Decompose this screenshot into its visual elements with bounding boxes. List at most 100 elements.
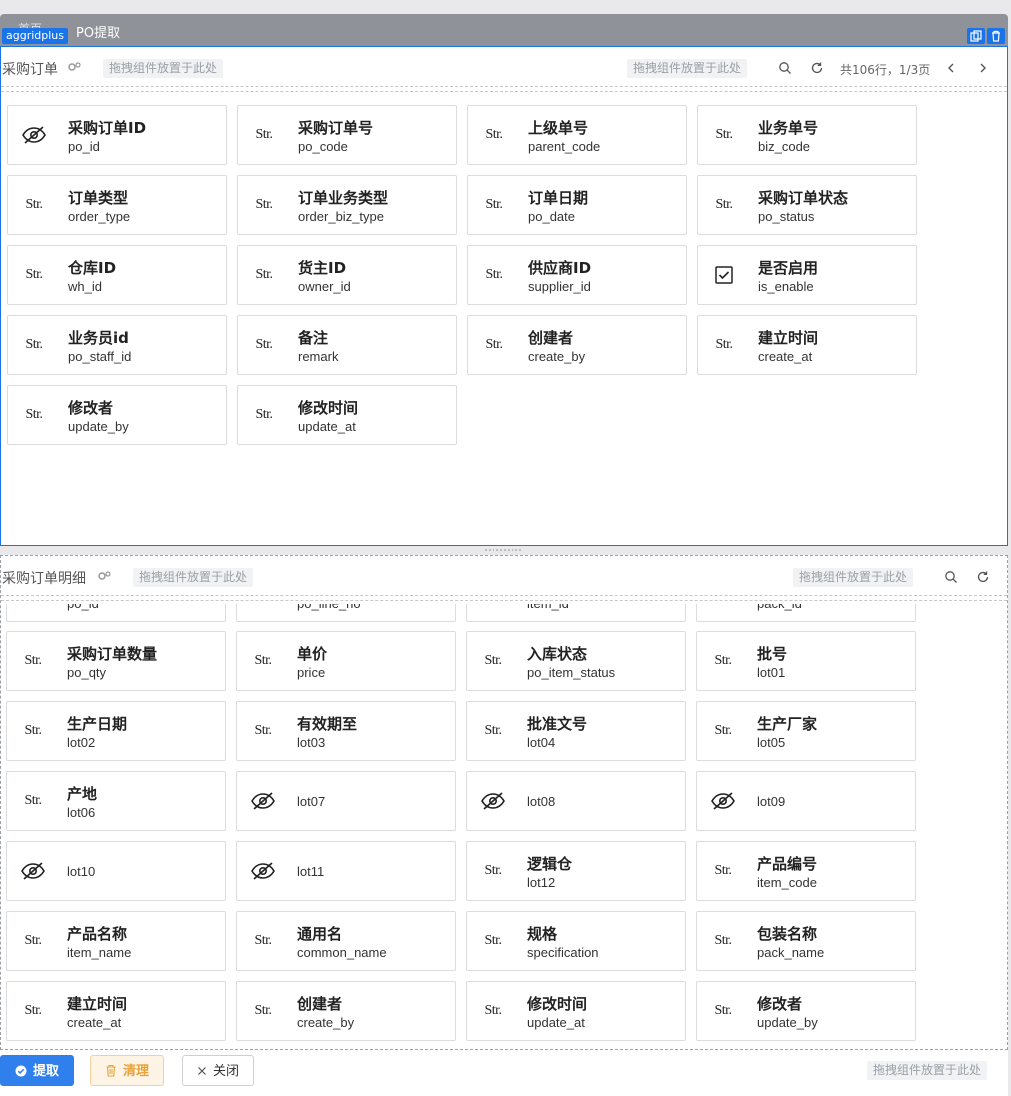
trash-icon <box>106 1064 116 1077</box>
field-card[interactable]: Str. 批准文号 lot04 <box>466 701 686 761</box>
field-key: wh_id <box>68 279 102 294</box>
field-card[interactable]: lot08 <box>466 771 686 831</box>
string-type-icon: Str. <box>715 127 733 142</box>
field-key: po_status <box>758 209 815 224</box>
field-key: po_date <box>528 209 575 224</box>
field-card[interactable]: Str. 订单业务类型 order_biz_type <box>237 175 457 235</box>
chevron-left-icon[interactable] <box>944 61 958 75</box>
extract-label: 提取 <box>33 1063 60 1078</box>
settings-icon[interactable] <box>97 570 111 582</box>
field-card[interactable]: Str. 包装名称 pack_name <box>696 911 916 971</box>
field-card[interactable]: Str. 批号 lot01 <box>696 631 916 691</box>
field-label: 建立时间 <box>67 995 128 1013</box>
field-key: pack_name <box>757 945 825 960</box>
field-card[interactable]: lot07 <box>236 771 456 831</box>
field-label: 订单类型 <box>68 189 129 207</box>
hidden-eye-icon <box>467 772 519 830</box>
field-card[interactable]: Str. 逻辑仓 lot12 <box>466 841 686 901</box>
trash-icon[interactable] <box>987 28 1005 44</box>
field-card[interactable]: pack_id <box>696 604 916 622</box>
field-label: 建立时间 <box>758 329 819 347</box>
window-title: PO提取 <box>76 26 121 41</box>
refresh-icon[interactable] <box>810 61 824 75</box>
field-card[interactable]: Str. 创建者 create_by <box>467 315 687 375</box>
panel-resize-handle[interactable] <box>485 547 521 553</box>
close-button[interactable]: 关闭 <box>182 1055 255 1086</box>
string-type-icon: Str. <box>24 933 42 948</box>
copy-icon[interactable] <box>967 28 985 44</box>
string-type-icon: Str. <box>255 407 273 422</box>
pager-summary: 共106行，1/3页 <box>840 63 931 77</box>
field-card[interactable]: Str. 供应商ID supplier_id <box>467 245 687 305</box>
field-label: 逻辑仓 <box>527 855 573 873</box>
field-card[interactable]: Str. 产地 lot06 <box>6 771 226 831</box>
search-icon[interactable] <box>778 61 792 75</box>
string-type-icon: Str. <box>255 337 273 352</box>
field-key: pack_id <box>757 604 802 611</box>
component-tag[interactable]: aggridplus <box>2 28 69 44</box>
field-card[interactable]: Str. 生产厂家 lot05 <box>696 701 916 761</box>
field-card[interactable]: Str. 修改时间 update_at <box>237 385 457 445</box>
extract-button[interactable]: 提取 <box>0 1055 75 1086</box>
field-card[interactable]: Str. 入库状态 po_item_status <box>466 631 686 691</box>
string-type-icon: Str. <box>25 337 43 352</box>
footer-drop-zone[interactable]: 拖拽组件放置于此处 <box>867 1061 988 1080</box>
drop-zone-left[interactable]: 拖拽组件放置于此处 <box>133 568 254 587</box>
field-card[interactable]: Str. 采购订单状态 po_status <box>697 175 917 235</box>
hidden-eye-icon <box>237 842 289 900</box>
po-detail-toolbar: 采购订单明细 拖拽组件放置于此处 拖拽组件放置于此处 <box>1 556 1007 601</box>
field-card[interactable]: Str. 单价 price <box>236 631 456 691</box>
field-label: 创建者 <box>528 329 574 347</box>
field-card[interactable]: Str. 货主ID owner_id <box>237 245 457 305</box>
field-card[interactable]: Str. 创建者 create_by <box>236 981 456 1041</box>
field-card[interactable]: Str. 修改时间 update_at <box>466 981 686 1041</box>
field-card[interactable]: 采购订单ID po_id <box>7 105 227 165</box>
field-card[interactable]: lot09 <box>696 771 916 831</box>
component-actions <box>967 28 1005 44</box>
field-card[interactable]: po_id <box>6 604 226 622</box>
field-card[interactable]: po_line_no <box>236 604 456 622</box>
field-card[interactable]: Str. 业务单号 biz_code <box>697 105 917 165</box>
drop-zone-right[interactable]: 拖拽组件放置于此处 <box>793 568 914 587</box>
field-card[interactable]: item_id <box>466 604 686 622</box>
hidden-eye-icon <box>237 772 289 830</box>
field-card[interactable]: Str. 修改者 update_by <box>7 385 227 445</box>
field-card[interactable]: Str. 采购订单数量 po_qty <box>6 631 226 691</box>
field-card[interactable]: lot11 <box>236 841 456 901</box>
search-icon[interactable] <box>944 570 958 584</box>
field-card[interactable]: Str. 采购订单号 po_code <box>237 105 457 165</box>
drop-zone-left[interactable]: 拖拽组件放置于此处 <box>103 59 224 78</box>
field-card[interactable]: Str. 业务员id po_staff_id <box>7 315 227 375</box>
field-key: create_at <box>67 1015 122 1030</box>
field-card[interactable]: Str. 通用名 common_name <box>236 911 456 971</box>
field-card[interactable]: Str. 备注 remark <box>237 315 457 375</box>
field-card[interactable]: Str. 修改者 update_by <box>696 981 916 1041</box>
field-card[interactable]: lot10 <box>6 841 226 901</box>
field-card[interactable]: Str. 生产日期 lot02 <box>6 701 226 761</box>
field-label: 修改者 <box>757 995 803 1013</box>
clear-button[interactable]: 清理 <box>90 1055 165 1086</box>
string-type-icon: Str. <box>714 933 732 948</box>
refresh-icon[interactable] <box>976 570 990 584</box>
field-card[interactable]: Str. 订单日期 po_date <box>467 175 687 235</box>
field-card[interactable]: Str. 订单类型 order_type <box>7 175 227 235</box>
field-card[interactable]: Str. 仓库ID wh_id <box>7 245 227 305</box>
field-card[interactable]: 是否启用 is_enable <box>697 245 917 305</box>
field-card[interactable]: Str. 上级单号 parent_code <box>467 105 687 165</box>
settings-icon[interactable] <box>67 61 81 73</box>
field-card[interactable]: Str. 产品名称 item_name <box>6 911 226 971</box>
field-label: 批准文号 <box>527 715 588 733</box>
field-card[interactable]: Str. 产品编号 item_code <box>696 841 916 901</box>
string-type-icon: Str. <box>255 197 273 212</box>
string-type-icon: Str. <box>25 267 43 282</box>
field-card[interactable]: Str. 建立时间 create_at <box>6 981 226 1041</box>
field-key: lot03 <box>297 735 326 750</box>
field-key: item_name <box>67 945 132 960</box>
field-key: item_id <box>527 604 569 611</box>
chevron-right-icon[interactable] <box>976 61 990 75</box>
field-card[interactable]: Str. 有效期至 lot03 <box>236 701 456 761</box>
field-key: update_at <box>298 419 356 434</box>
drop-zone-right[interactable]: 拖拽组件放置于此处 <box>627 59 748 78</box>
field-card[interactable]: Str. 建立时间 create_at <box>697 315 917 375</box>
field-card[interactable]: Str. 规格 specification <box>466 911 686 971</box>
